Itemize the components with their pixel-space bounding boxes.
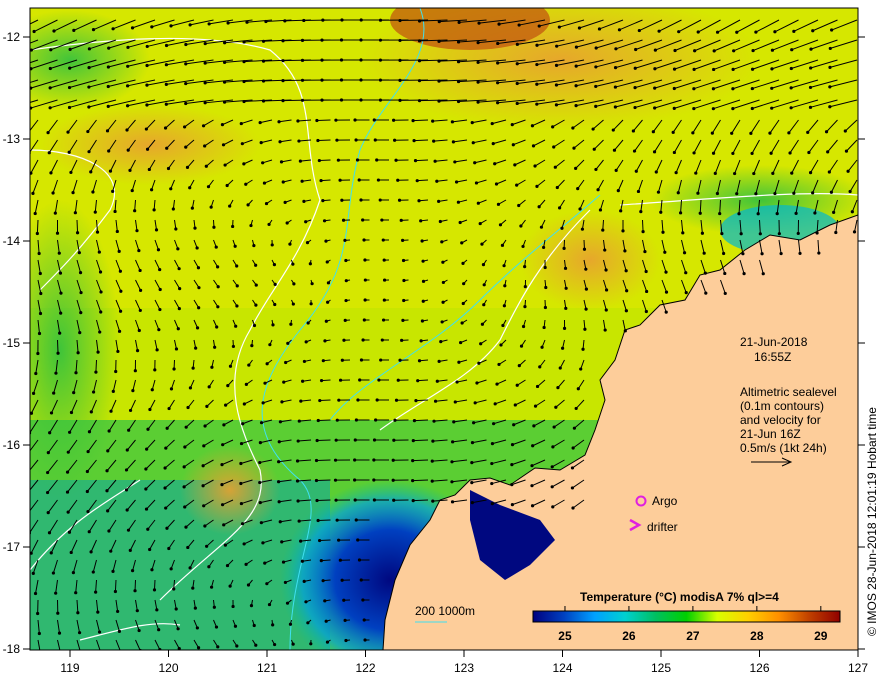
lon-tick-label: 124 — [552, 661, 572, 675]
lon-tick-label: 125 — [651, 661, 671, 675]
lat-tick-label: -18 — [3, 642, 21, 656]
colorbar-tick-label: 27 — [686, 629, 700, 643]
annotation-time: 16:55Z — [754, 350, 791, 364]
annotation-line: (0.1m contours) — [740, 399, 824, 413]
annotation-line: Altimetric sealevel — [740, 385, 837, 399]
colorbar-gradient — [532, 610, 841, 623]
lat-tick-label: -16 — [3, 438, 21, 452]
lon-tick-label: 119 — [60, 661, 79, 675]
sst-map: 119 120 121 122 123 124 125 126 127 -12 -13 -14 -15… — [3, 7, 879, 675]
annotation-line: 0.5m/s (1kt 24h) — [740, 441, 827, 455]
colorbar-title: Temperature (°C) modisA 7% ql>=4 — [580, 590, 779, 604]
depth-contour-labels: 200 1000m — [415, 604, 475, 618]
colorbar-tick-label: 26 — [622, 629, 636, 643]
annotation-line: 21-Jun 16Z — [740, 427, 801, 441]
lat-tick-label: -17 — [3, 540, 21, 554]
drifter-label: drifter — [647, 520, 678, 534]
lat-tick-label: -12 — [3, 30, 21, 44]
annotation-line: and velocity for — [740, 413, 821, 427]
lon-tick-label: 126 — [749, 661, 769, 675]
lat-tick-label: -15 — [3, 336, 21, 350]
credit-text: © IMOS 28-Jun-2018 12:01:19 Hobart time — [865, 407, 879, 636]
lon-tick-label: 121 — [257, 661, 277, 675]
lon-tick-label: 122 — [355, 661, 375, 675]
lat-tick-label: -14 — [3, 234, 21, 248]
lon-tick-label: 127 — [848, 661, 868, 675]
lat-tick-label: -13 — [3, 132, 21, 146]
lon-tick-label: 123 — [454, 661, 474, 675]
colorbar-tick-label: 29 — [814, 629, 828, 643]
longitude-axis: 119 120 121 122 123 124 125 126 127 — [60, 650, 868, 675]
colorbar-tick-label: 25 — [558, 629, 572, 643]
lon-tick-label: 120 — [158, 661, 178, 675]
colorbar-tick-label: 28 — [750, 629, 764, 643]
argo-label: Argo — [652, 494, 678, 508]
annotation-date: 21-Jun-2018 — [740, 335, 808, 349]
